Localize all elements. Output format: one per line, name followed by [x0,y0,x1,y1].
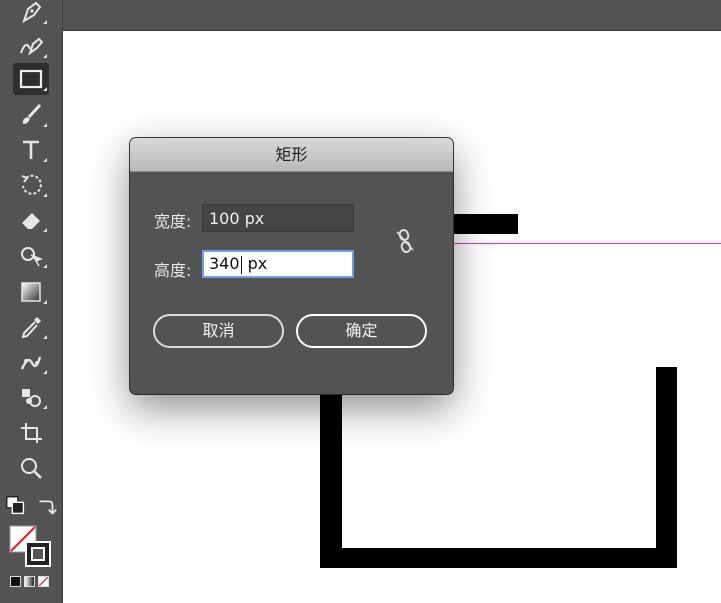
gradient-tool-button[interactable] [13,276,49,308]
smart-guide-line [440,243,721,244]
shape-builder-tool-button[interactable] [13,240,49,272]
height-label: 高度: [154,261,192,280]
gradient-mode-icon[interactable] [24,576,35,587]
artwork-rect-right[interactable] [656,367,677,568]
eraser-icon [22,213,40,229]
rectangle-icon [19,69,43,89]
swap-arrow-icon [39,500,57,515]
height-value: 340 [209,254,240,273]
rectangle-dialog: 矩形 宽度: 100 px 高度: 340 px 取消 确定 [130,138,453,394]
puppet-warp-tool-button[interactable] [13,346,49,378]
type-icon [23,140,39,159]
shape-builder-icon [21,247,44,267]
fill-stroke-widget[interactable] [9,525,53,569]
fill-stroke-icon [9,525,51,567]
color-mode-icon[interactable] [10,576,21,587]
symbol-sprayer-tool-button[interactable] [13,381,49,413]
default-colors-button[interactable] [4,490,28,522]
ok-button[interactable]: 确定 [296,314,427,348]
artwork-rect-bottom[interactable] [320,548,677,568]
curvature-tool-button[interactable] [13,30,49,62]
symbol-sprayer-icon [22,389,41,407]
curvature-icon [20,37,44,56]
width-field[interactable]: 100 px [202,204,354,232]
control-bar [62,0,721,31]
type-tool-button[interactable] [13,134,49,166]
tools-panel [0,0,63,603]
eraser-tool-button[interactable] [13,204,49,236]
paintbrush-tool-button[interactable] [13,99,49,131]
default-fill-stroke-icon [6,496,25,515]
eyedropper-tool-button[interactable] [13,311,49,343]
paintbrush-icon [22,103,42,124]
constrain-proportions-button[interactable] [393,228,417,254]
height-field[interactable]: 340 px [202,250,354,278]
eyedropper-icon [21,317,41,339]
artboard-tool-button[interactable] [13,417,49,449]
none-mode-icon[interactable] [38,576,49,587]
puppet-warp-icon [20,356,42,370]
rotate-tool-button[interactable] [13,169,49,201]
zoom-tool-button[interactable] [13,452,49,484]
text-caret [240,255,242,274]
swap-colors-button[interactable] [34,490,58,522]
gradient-icon [21,282,41,302]
height-unit: px [242,254,268,273]
broken-link-icon [396,229,414,253]
pen-icon [22,1,42,24]
rectangle-tool-button[interactable] [13,63,49,95]
artboard-icon [21,423,42,443]
rotate-icon [21,174,42,195]
width-label: 宽度: [154,212,192,231]
pen-tool-button[interactable] [13,0,49,28]
dialog-title: 矩形 [130,138,453,172]
artwork-rect-left[interactable] [320,392,342,568]
color-mode-buttons [10,576,49,587]
cancel-button[interactable]: 取消 [153,314,284,348]
zoom-icon [21,458,42,479]
